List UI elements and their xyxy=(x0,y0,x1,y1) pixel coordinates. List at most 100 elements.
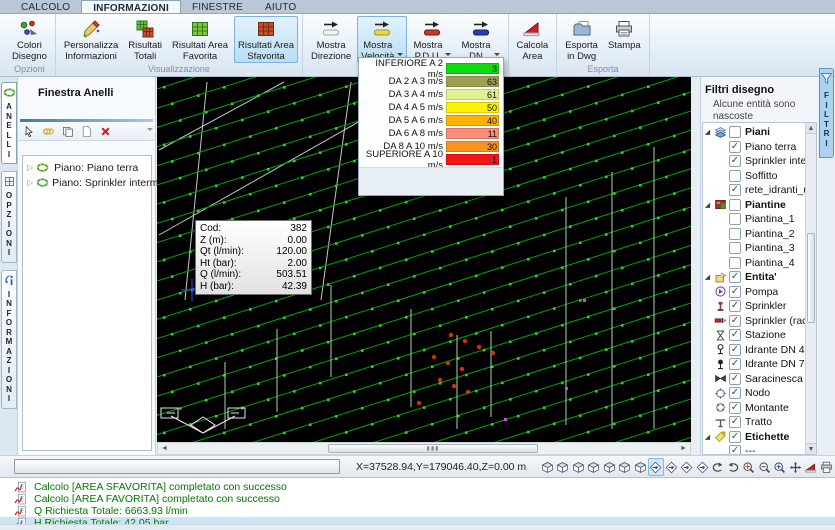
personalizza-informazioni-button[interactable]: Personalizza Informazioni xyxy=(60,16,122,63)
velocity-legend-row[interactable]: DA 4 A 5 m/s 50 xyxy=(359,101,503,114)
expander-icon[interactable]: ◢ xyxy=(703,128,712,136)
toolbar-overflow-icon[interactable] xyxy=(147,128,153,134)
filter-checkbox[interactable]: ✓ xyxy=(729,373,741,385)
filter-tree-item[interactable]: ✓ rete_idranti_uni45 xyxy=(703,183,816,198)
colori-disegno-button[interactable]: Colori Disegno xyxy=(8,16,51,63)
expander-icon[interactable]: ◢ xyxy=(703,433,712,441)
filter-checkbox[interactable] xyxy=(729,199,741,211)
filters-scrollbar[interactable]: ▲ ▼ xyxy=(805,123,816,454)
left-panel-tab[interactable]: INFORMAZIONI xyxy=(1,270,17,409)
filter-checkbox[interactable] xyxy=(729,170,741,182)
filter-tree-item[interactable]: Piantina_1 xyxy=(703,212,816,227)
filter-tree-item[interactable]: ✓ Idrante DN 70 xyxy=(703,357,816,372)
iso-view-icon[interactable] xyxy=(633,458,649,476)
velocity-legend-row[interactable]: DA 5 A 6 m/s 40 xyxy=(359,114,503,127)
ribbon-tab[interactable]: CALCOLO xyxy=(10,0,81,13)
ribbon-tab[interactable]: FINESTRE xyxy=(181,0,254,13)
filter-tree-item[interactable]: Piantina_3 xyxy=(703,241,816,256)
filter-tree-item[interactable]: ✓ Saracinesca xyxy=(703,372,816,387)
scroll-right-icon[interactable]: ► xyxy=(677,445,690,452)
filter-tree-item[interactable]: ◢ Piani xyxy=(703,125,816,140)
filter-tree-item[interactable]: ✓ Sprinkler intermedi xyxy=(703,154,816,169)
esporta-dwg-button[interactable]: Esporta in Dwg xyxy=(561,16,602,63)
log-line[interactable]: Q Richiesta Totale: 6663.93 l/min xyxy=(0,505,835,517)
anelli-tree-item[interactable]: ▷ Piano: Sprinkler intermedi xyxy=(23,175,151,190)
filter-tree-item[interactable]: ✓ Sprinkler (rack) xyxy=(703,314,816,329)
rotate-left-icon[interactable] xyxy=(710,458,726,476)
calc-area-icon[interactable] xyxy=(803,458,819,476)
filter-checkbox[interactable]: ✓ xyxy=(729,141,741,153)
filter-tree-item[interactable]: Piantina_2 xyxy=(703,227,816,242)
velocity-legend-row[interactable]: INFERIORE A 2 m/s 3 xyxy=(359,62,503,75)
zoom-extents-icon[interactable] xyxy=(741,458,757,476)
plan-view-icon[interactable] xyxy=(648,458,664,476)
pan-icon[interactable] xyxy=(788,458,804,476)
risultati-area-sfavorita-button[interactable]: Risultati Area Sfavorita xyxy=(234,16,298,63)
copy-button[interactable] xyxy=(58,123,77,140)
log-line[interactable]: Calcolo [AREA SFAVORITA] completato con … xyxy=(0,481,835,493)
filter-tree-item[interactable]: Soffitto xyxy=(703,169,816,184)
filter-checkbox[interactable]: ✓ xyxy=(729,402,741,414)
print-icon[interactable] xyxy=(819,458,835,476)
expander-icon[interactable]: ▷ xyxy=(27,163,33,172)
rotate-right-icon[interactable] xyxy=(726,458,742,476)
filter-checkbox[interactable] xyxy=(729,228,741,240)
ribbon-tab[interactable]: INFORMAZIONI xyxy=(81,0,181,13)
plan-view-icon[interactable] xyxy=(664,458,680,476)
left-panel-tab[interactable]: ANELLI xyxy=(1,82,17,164)
mostra-dn-button[interactable]: Mostra DN xyxy=(457,16,503,63)
filter-tree-item[interactable]: ✓ Montante xyxy=(703,401,816,416)
scroll-down-icon[interactable]: ▼ xyxy=(806,443,816,454)
filter-checkbox[interactable] xyxy=(729,126,741,138)
filter-tree-item[interactable]: ✓ Sprinkler xyxy=(703,299,816,314)
iso-view-icon[interactable] xyxy=(555,458,571,476)
plan-view-icon[interactable] xyxy=(679,458,695,476)
anelli-tree-item[interactable]: ▷ Piano: Piano terra xyxy=(23,160,151,175)
log-scrollbar[interactable] xyxy=(0,524,835,530)
canvas-horizontal-scrollbar[interactable]: ◄ ▮▮▮ ► xyxy=(157,442,691,455)
filter-checkbox[interactable]: ✓ xyxy=(729,445,741,455)
filter-tree-item[interactable]: ◢ ✓ Entita' xyxy=(703,270,816,285)
delete-button[interactable] xyxy=(96,123,115,140)
filter-tree-item[interactable]: ◢ Piantine xyxy=(703,198,816,213)
filter-checkbox[interactable]: ✓ xyxy=(729,358,741,370)
stampa-button[interactable]: Stampa xyxy=(604,16,645,63)
filter-checkbox[interactable]: ✓ xyxy=(729,155,741,167)
filter-checkbox[interactable]: ✓ xyxy=(729,329,741,341)
velocity-legend-row[interactable]: DA 3 A 4 m/s 61 xyxy=(359,88,503,101)
iso-view-icon[interactable] xyxy=(586,458,602,476)
filter-checkbox[interactable] xyxy=(729,257,741,269)
expander-icon[interactable]: ◢ xyxy=(703,201,712,209)
velocity-legend-row[interactable]: DA 2 A 3 m/s 63 xyxy=(359,75,503,88)
iso-view-icon[interactable] xyxy=(617,458,633,476)
filter-tree-item[interactable]: ✓ --- xyxy=(703,444,816,455)
filter-tree-item[interactable]: ✓ Idrante DN 45 xyxy=(703,343,816,358)
ribbon-tab[interactable]: AIUTO xyxy=(254,0,307,13)
filter-checkbox[interactable]: ✓ xyxy=(729,431,741,443)
new-page-button[interactable] xyxy=(77,123,96,140)
velocity-legend-row[interactable]: SUPERIORE A 10 m/s 1 xyxy=(359,153,503,166)
mostra-velocita-button[interactable]: Mostra Velocità xyxy=(357,16,407,63)
velocity-legend-row[interactable]: DA 6 A 8 m/s 11 xyxy=(359,127,503,140)
filter-tree-item[interactable]: ✓ Stazione xyxy=(703,328,816,343)
zoom-in-icon[interactable] xyxy=(772,458,788,476)
filter-checkbox[interactable]: ✓ xyxy=(729,184,741,196)
scrollbar-thumb[interactable]: ▮▮▮ xyxy=(328,444,538,453)
filter-checkbox[interactable] xyxy=(729,213,741,225)
zoom-out-icon[interactable] xyxy=(757,458,773,476)
expander-icon[interactable]: ▷ xyxy=(27,178,33,187)
mostra-direzione-button[interactable]: Mostra Direzione xyxy=(307,16,355,63)
filter-checkbox[interactable]: ✓ xyxy=(729,286,741,298)
filter-checkbox[interactable]: ✓ xyxy=(729,315,741,327)
risultati-totali-button[interactable]: Risultati Totali xyxy=(124,16,166,63)
filter-tree-item[interactable]: ◢ ✓ Etichette xyxy=(703,430,816,445)
filter-tree-item[interactable]: ✓ Tratto xyxy=(703,415,816,430)
iso-view-icon[interactable] xyxy=(571,458,587,476)
filter-checkbox[interactable]: ✓ xyxy=(729,300,741,312)
filter-tree-item[interactable]: ✓ Piano terra xyxy=(703,140,816,155)
filter-tree-item[interactable]: ✓ Nodo xyxy=(703,386,816,401)
log-line[interactable]: Calcolo [AREA FAVORITA] completato con s… xyxy=(0,493,835,505)
new-ring-button[interactable] xyxy=(39,123,58,140)
select-cursor-button[interactable] xyxy=(20,123,39,140)
filter-tree-item[interactable]: Piantina_4 xyxy=(703,256,816,271)
